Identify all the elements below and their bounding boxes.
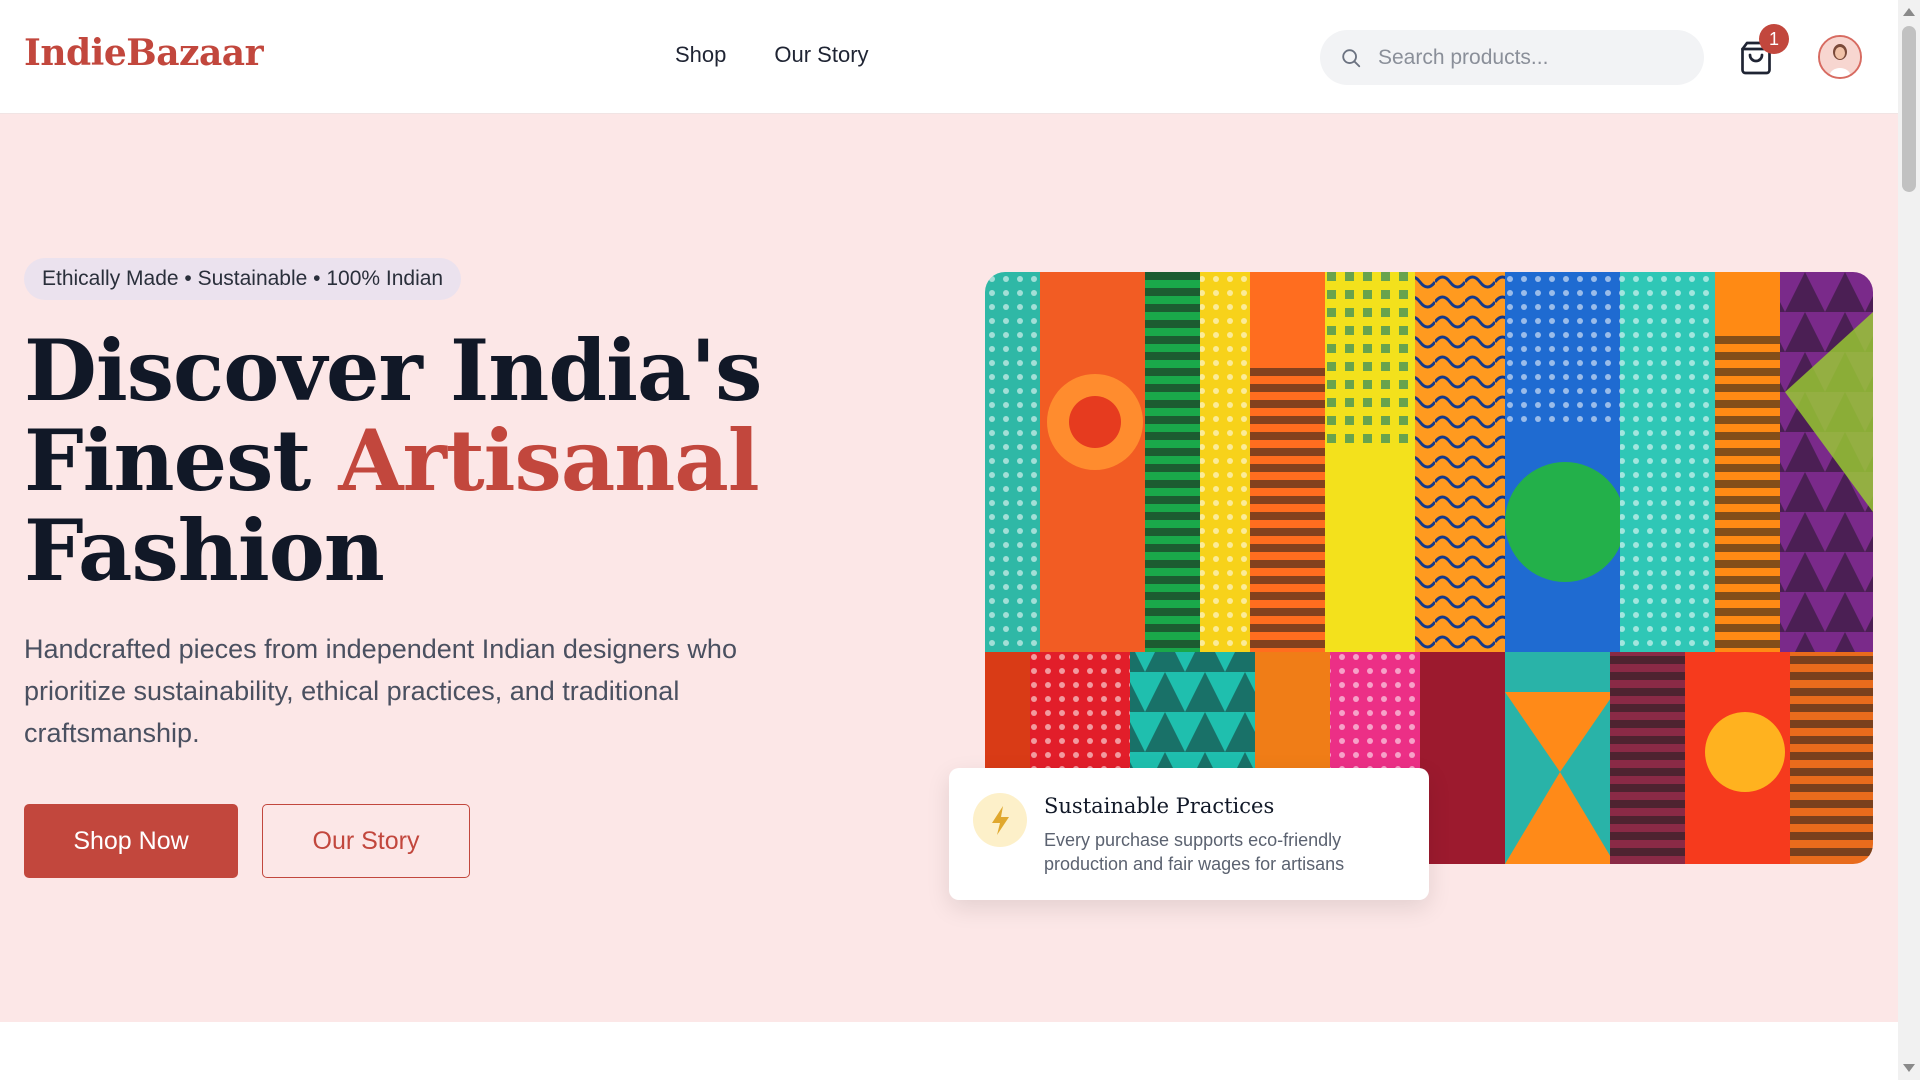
- nav-link-shop[interactable]: Shop: [675, 42, 726, 68]
- hero-headline: Discover India's Finest Artisanal Fashio…: [24, 326, 924, 596]
- sustainable-practices-card: Sustainable Practices Every purchase sup…: [949, 768, 1429, 900]
- lightning-bolt-icon: [992, 806, 1009, 835]
- headline-line-2: Finest: [24, 411, 339, 510]
- scrollbar-thumb[interactable]: [1902, 26, 1916, 192]
- site-header: IndieBazaar Shop Our Story 1: [0, 0, 1898, 114]
- hero-subtitle: Handcrafted pieces from independent Indi…: [24, 634, 737, 748]
- headline-accent-word: Artisanal: [338, 411, 759, 510]
- headline-line-3: Fashion: [24, 501, 385, 600]
- cart-count-badge: 1: [1759, 24, 1789, 54]
- search-icon: [1342, 48, 1361, 67]
- user-avatar-image: [1820, 37, 1860, 77]
- headline-line-1: Discover India's: [24, 321, 762, 420]
- main-nav: Shop Our Story: [675, 42, 869, 68]
- user-avatar[interactable]: [1818, 35, 1862, 79]
- search-bar[interactable]: [1320, 30, 1704, 85]
- scroll-up-arrow-icon[interactable]: [1903, 8, 1915, 16]
- our-story-button[interactable]: Our Story: [262, 804, 470, 878]
- shop-now-button[interactable]: Shop Now: [24, 804, 238, 878]
- scroll-down-arrow-icon[interactable]: [1903, 1064, 1915, 1072]
- tagline-badge: Ethically Made • Sustainable • 100% Indi…: [24, 258, 462, 300]
- brand-logo[interactable]: IndieBazaar: [24, 32, 264, 74]
- feature-title: Sustainable Practices: [1044, 794, 1275, 818]
- nav-link-our-story[interactable]: Our Story: [774, 42, 868, 68]
- feature-icon-circle: [973, 793, 1027, 847]
- search-input[interactable]: [1376, 44, 1676, 71]
- feature-description: Every purchase supports eco-friendly pro…: [1044, 830, 1345, 874]
- vertical-scrollbar[interactable]: [1898, 0, 1920, 1080]
- hero-section: Ethically Made • Sustainable • 100% Indi…: [0, 114, 1898, 1022]
